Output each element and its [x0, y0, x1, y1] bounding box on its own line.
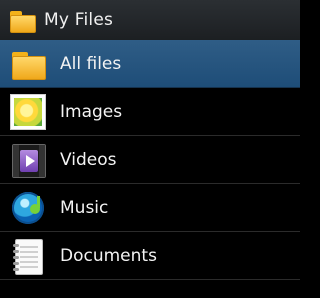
folder-icon — [10, 9, 36, 33]
app-title: My Files — [44, 10, 114, 30]
folder-icon — [10, 46, 46, 82]
videos-icon — [10, 142, 46, 178]
list-item-documents[interactable]: Documents — [0, 232, 300, 280]
list-item-music[interactable]: Music — [0, 184, 300, 232]
list-item-label: Videos — [60, 149, 117, 170]
list-item-images[interactable]: Images — [0, 88, 300, 136]
my-files-app: My Files All files Images Videos Music D… — [0, 0, 300, 298]
list-item-label: Music — [60, 197, 109, 218]
list-item-all-files[interactable]: All files — [0, 40, 300, 88]
music-icon — [10, 190, 46, 226]
list-item-label: All files — [60, 53, 122, 74]
documents-icon — [10, 238, 46, 275]
list-item-label: Documents — [60, 245, 157, 266]
list-item-label: Images — [60, 101, 123, 122]
app-header: My Files — [0, 0, 300, 41]
images-icon — [10, 93, 46, 130]
list-item-videos[interactable]: Videos — [0, 136, 300, 184]
files-category-list: All files Images Videos Music Documents — [0, 40, 300, 280]
